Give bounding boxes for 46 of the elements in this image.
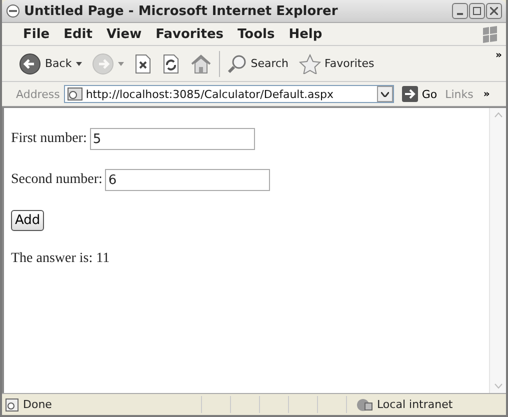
security-zone-text: Local intranet [377,398,453,411]
menu-item[interactable]: File [16,24,57,44]
go-button[interactable]: Go [398,86,442,102]
globe-icon [355,398,373,412]
number-input[interactable]: 6 [105,169,270,191]
number-input[interactable]: 5 [90,128,255,150]
close-button[interactable] [486,3,502,19]
field-label: First number: [11,131,87,147]
links-overflow-chevron[interactable]: » [483,88,490,100]
dropdown-button[interactable] [376,86,393,102]
ie-logo-icon [6,4,20,18]
chevron-down-icon [380,92,389,96]
back-button[interactable]: Back [16,50,85,76]
menu-item[interactable]: View [99,24,149,44]
maximize-icon [473,7,481,15]
menu-item[interactable]: Edit [56,24,100,44]
caret-icon [76,62,82,66]
magnifier-icon [226,54,247,74]
field-label: Second number: [11,172,102,188]
menu-item[interactable]: Help [282,24,330,44]
favorites-button[interactable]: Favorites [296,52,378,76]
scroll-down-icon [494,383,502,389]
window-title: Untitled Page - Microsoft Internet Explorer [24,4,339,18]
star-icon [298,54,321,74]
caret-icon [118,62,124,66]
toolbar-overflow-chevron[interactable]: » [496,50,502,61]
search-button[interactable]: Search [224,52,292,76]
menu-item[interactable]: Tools [230,24,282,44]
status-text: Done [23,398,52,411]
scroll-up-icon [494,112,502,118]
page-icon [5,398,19,412]
arrow-icon [402,86,418,102]
house-icon [190,54,212,74]
page-icon [66,86,83,102]
close-icon [490,7,498,15]
add-button[interactable]: Add [11,210,44,231]
minimize-button[interactable] [452,3,468,19]
vertical-scrollbar[interactable] [489,108,506,393]
address-label: Address [16,88,60,100]
stop-page-icon [134,54,152,74]
refresh-page-icon [162,54,180,74]
result-text: The answer is: 11 [11,251,111,267]
windows-logo-icon [480,25,500,43]
menu-item[interactable]: Favorites [148,24,231,44]
maximize-button[interactable] [469,3,485,19]
address-field[interactable]: http://localhost:3085/Calculator/Default.aspx [64,85,394,103]
